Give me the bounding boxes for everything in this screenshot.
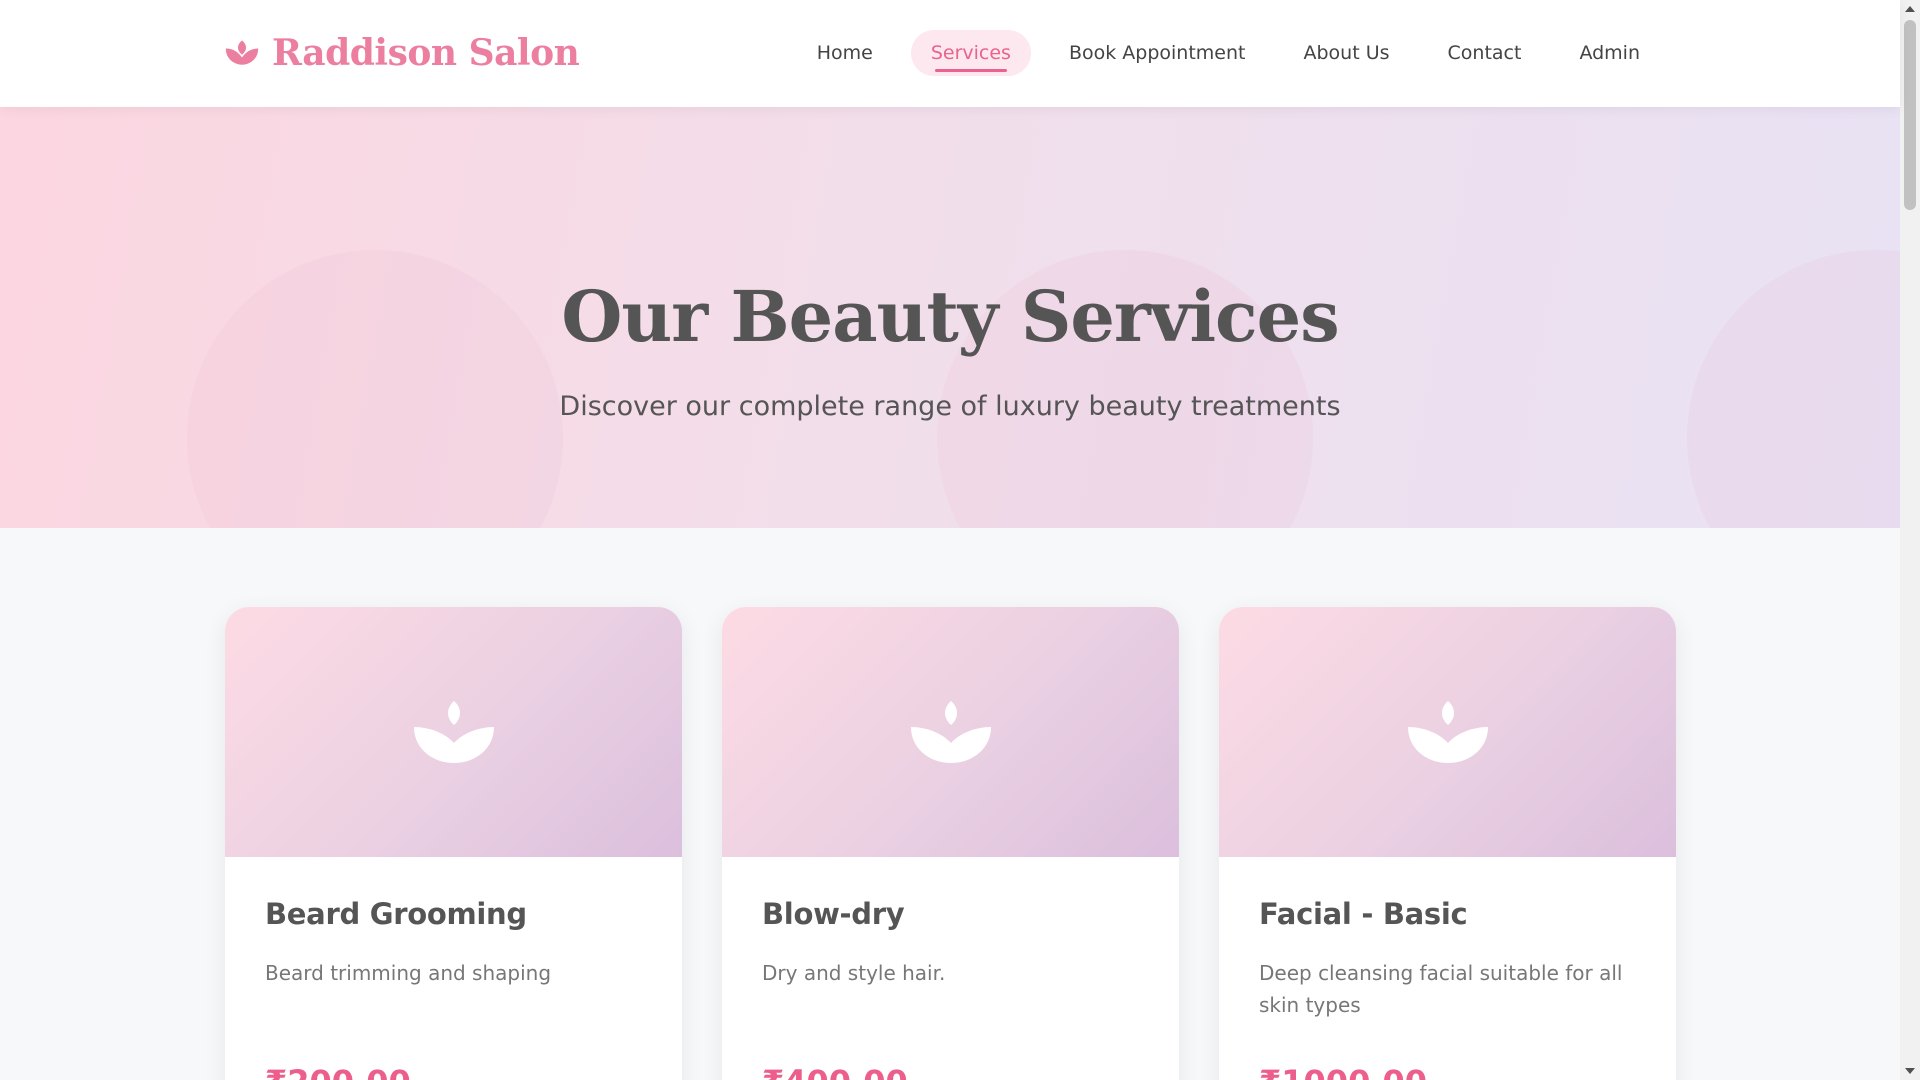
services-page: Raddison Salon Home Services Book Appoin… [0, 0, 1920, 1080]
main-nav: Home Services Book Appointment About Us … [797, 30, 1660, 76]
scrollbar-thumb[interactable] [1904, 20, 1916, 210]
page-subtitle: Discover our complete range of luxury be… [559, 391, 1341, 422]
service-price: ₹200.00 [265, 1063, 642, 1080]
site-header: Raddison Salon Home Services Book Appoin… [0, 0, 1900, 107]
page-title: Our Beauty Services [561, 275, 1339, 358]
page-scrollbar[interactable] [1900, 0, 1920, 1080]
nav-admin[interactable]: Admin [1559, 30, 1660, 76]
service-price: ₹1000.00 [1259, 1063, 1636, 1080]
service-name: Facial - Basic [1259, 897, 1468, 931]
lotus-icon [910, 701, 991, 763]
nav-home[interactable]: Home [797, 30, 893, 76]
nav-services[interactable]: Services [910, 30, 1031, 76]
service-card-media [722, 607, 1179, 857]
service-description: Deep cleansing facial suitable for all s… [1259, 961, 1623, 1017]
scroll-down-arrow-icon[interactable] [1900, 1062, 1920, 1080]
service-price: ₹400.00 [762, 1063, 1139, 1080]
service-card-media [1219, 607, 1676, 857]
scroll-up-arrow-icon[interactable] [1900, 0, 1920, 18]
service-card[interactable]: Blow-dry Dry and style hair. ₹400.00 [722, 607, 1179, 1080]
nav-contact[interactable]: Contact [1428, 30, 1542, 76]
nav-book-appointment[interactable]: Book Appointment [1049, 30, 1266, 76]
service-card-media [225, 607, 682, 857]
service-card[interactable]: Beard Grooming Beard trimming and shapin… [225, 607, 682, 1080]
brand-logo[interactable]: Raddison Salon [224, 32, 580, 74]
lotus-icon [225, 40, 259, 65]
services-grid: Beard Grooming Beard trimming and shapin… [225, 607, 1676, 1080]
service-card-body: Facial - Basic Deep cleansing facial sui… [1219, 857, 1676, 1080]
service-name: Blow-dry [762, 897, 905, 931]
lotus-icon [1407, 701, 1488, 763]
service-card-body: Blow-dry Dry and style hair. ₹400.00 [722, 857, 1179, 1080]
nav-about-us[interactable]: About Us [1283, 30, 1409, 76]
service-name: Beard Grooming [265, 897, 527, 931]
service-card-body: Beard Grooming Beard trimming and shapin… [225, 857, 682, 1080]
service-description: Dry and style hair. [762, 961, 946, 985]
brand-name: Raddison Salon [272, 32, 580, 74]
hero-banner: Our Beauty Services Discover our complet… [0, 107, 1900, 528]
service-description: Beard trimming and shaping [265, 961, 552, 985]
lotus-icon [413, 701, 494, 763]
service-card[interactable]: Facial - Basic Deep cleansing facial sui… [1219, 607, 1676, 1080]
